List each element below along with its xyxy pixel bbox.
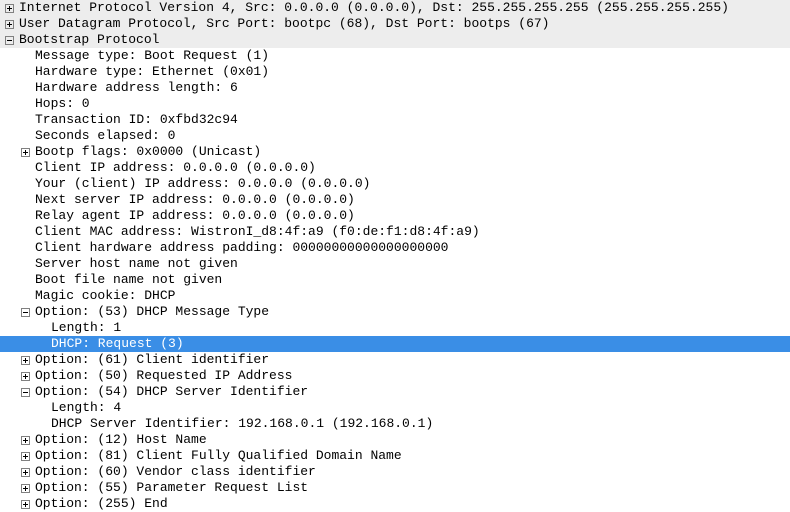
tree-row-label: Transaction ID: 0xfbd32c94 bbox=[35, 112, 238, 128]
tree-row-label: Boot file name not given bbox=[35, 272, 222, 288]
tree-row-opt60[interactable]: Option: (60) Vendor class identifier bbox=[0, 464, 790, 480]
tree-row-label: DHCP Server Identifier: 192.168.0.1 (192… bbox=[51, 416, 433, 432]
tree-row-siaddr[interactable]: Next server IP address: 0.0.0.0 (0.0.0.0… bbox=[0, 192, 790, 208]
tree-row-opt50[interactable]: Option: (50) Requested IP Address bbox=[0, 368, 790, 384]
tree-row-label: Bootp flags: 0x0000 (Unicast) bbox=[35, 144, 261, 160]
tree-row-label: Length: 4 bbox=[51, 400, 121, 416]
tree-row-label: Length: 1 bbox=[51, 320, 121, 336]
tree-row-chaddr[interactable]: Client MAC address: WistronI_d8:4f:a9 (f… bbox=[0, 224, 790, 240]
tree-row-label: Option: (61) Client identifier bbox=[35, 352, 269, 368]
tree-row-opt81[interactable]: Option: (81) Client Fully Qualified Doma… bbox=[0, 448, 790, 464]
tree-row-opt61[interactable]: Option: (61) Client identifier bbox=[0, 352, 790, 368]
tree-row-flags[interactable]: Bootp flags: 0x0000 (Unicast) bbox=[0, 144, 790, 160]
tree-row-label: Option: (55) Parameter Request List bbox=[35, 480, 308, 496]
tree-row-hwtype[interactable]: Hardware type: Ethernet (0x01) bbox=[0, 64, 790, 80]
tree-row-secs[interactable]: Seconds elapsed: 0 bbox=[0, 128, 790, 144]
expand-icon[interactable] bbox=[20, 355, 31, 366]
tree-row-label: Client MAC address: WistronI_d8:4f:a9 (f… bbox=[35, 224, 480, 240]
expand-icon[interactable] bbox=[20, 451, 31, 462]
expand-icon[interactable] bbox=[20, 499, 31, 510]
tree-row-giaddr[interactable]: Relay agent IP address: 0.0.0.0 (0.0.0.0… bbox=[0, 208, 790, 224]
tree-row-label: Option: (81) Client Fully Qualified Doma… bbox=[35, 448, 402, 464]
expand-icon[interactable] bbox=[20, 435, 31, 446]
tree-row-hops[interactable]: Hops: 0 bbox=[0, 96, 790, 112]
tree-row-opt53len[interactable]: Length: 1 bbox=[0, 320, 790, 336]
tree-row-yiaddr[interactable]: Your (client) IP address: 0.0.0.0 (0.0.0… bbox=[0, 176, 790, 192]
tree-row-label: Server host name not given bbox=[35, 256, 238, 272]
tree-row-label: Option: (50) Requested IP Address bbox=[35, 368, 292, 384]
packet-details-tree[interactable]: Internet Protocol Version 4, Src: 0.0.0.… bbox=[0, 0, 790, 512]
tree-row-label: Message type: Boot Request (1) bbox=[35, 48, 269, 64]
tree-row-ipv4[interactable]: Internet Protocol Version 4, Src: 0.0.0.… bbox=[0, 0, 790, 16]
tree-row-label: Next server IP address: 0.0.0.0 (0.0.0.0… bbox=[35, 192, 355, 208]
tree-row-ciaddr[interactable]: Client IP address: 0.0.0.0 (0.0.0.0) bbox=[0, 160, 790, 176]
tree-row-opt54val[interactable]: DHCP Server Identifier: 192.168.0.1 (192… bbox=[0, 416, 790, 432]
tree-row-udp[interactable]: User Datagram Protocol, Src Port: bootpc… bbox=[0, 16, 790, 32]
collapse-icon[interactable] bbox=[20, 387, 31, 398]
tree-row-label: Your (client) IP address: 0.0.0.0 (0.0.0… bbox=[35, 176, 370, 192]
expand-icon[interactable] bbox=[20, 147, 31, 158]
collapse-icon[interactable] bbox=[20, 307, 31, 318]
expand-icon[interactable] bbox=[4, 3, 15, 14]
tree-row-label: Option: (54) DHCP Server Identifier bbox=[35, 384, 308, 400]
tree-row-label: Option: (53) DHCP Message Type bbox=[35, 304, 269, 320]
tree-row-file[interactable]: Boot file name not given bbox=[0, 272, 790, 288]
tree-row-sname[interactable]: Server host name not given bbox=[0, 256, 790, 272]
tree-row-opt53[interactable]: Option: (53) DHCP Message Type bbox=[0, 304, 790, 320]
tree-row-opt12[interactable]: Option: (12) Host Name bbox=[0, 432, 790, 448]
tree-row-label: Option: (12) Host Name bbox=[35, 432, 207, 448]
collapse-icon[interactable] bbox=[4, 35, 15, 46]
tree-row-label: Hardware type: Ethernet (0x01) bbox=[35, 64, 269, 80]
expand-icon[interactable] bbox=[20, 371, 31, 382]
expand-icon[interactable] bbox=[4, 19, 15, 30]
tree-row-label: Hops: 0 bbox=[35, 96, 90, 112]
expand-icon[interactable] bbox=[20, 467, 31, 478]
tree-row-bootp[interactable]: Bootstrap Protocol bbox=[0, 32, 790, 48]
tree-row-label: Bootstrap Protocol bbox=[19, 32, 159, 48]
tree-row-opt54[interactable]: Option: (54) DHCP Server Identifier bbox=[0, 384, 790, 400]
tree-row-label: Client IP address: 0.0.0.0 (0.0.0.0) bbox=[35, 160, 316, 176]
tree-row-xid[interactable]: Transaction ID: 0xfbd32c94 bbox=[0, 112, 790, 128]
tree-row-label: Internet Protocol Version 4, Src: 0.0.0.… bbox=[19, 0, 729, 16]
tree-row-label: Client hardware address padding: 0000000… bbox=[35, 240, 448, 256]
tree-row-label: Hardware address length: 6 bbox=[35, 80, 238, 96]
tree-row-magic[interactable]: Magic cookie: DHCP bbox=[0, 288, 790, 304]
tree-row-opt55[interactable]: Option: (55) Parameter Request List bbox=[0, 480, 790, 496]
tree-row-opt54len[interactable]: Length: 4 bbox=[0, 400, 790, 416]
tree-row-label: Option: (60) Vendor class identifier bbox=[35, 464, 316, 480]
tree-row-label: Relay agent IP address: 0.0.0.0 (0.0.0.0… bbox=[35, 208, 355, 224]
tree-row-label: Magic cookie: DHCP bbox=[35, 288, 175, 304]
tree-row-msgtype[interactable]: Message type: Boot Request (1) bbox=[0, 48, 790, 64]
tree-row-label: Seconds elapsed: 0 bbox=[35, 128, 175, 144]
tree-row-label: User Datagram Protocol, Src Port: bootpc… bbox=[19, 16, 550, 32]
tree-row-opt53val[interactable]: DHCP: Request (3) bbox=[0, 336, 790, 352]
tree-row-label: DHCP: Request (3) bbox=[51, 336, 184, 352]
tree-row-chpad[interactable]: Client hardware address padding: 0000000… bbox=[0, 240, 790, 256]
tree-row-label: Option: (255) End bbox=[35, 496, 168, 512]
tree-row-hwlen[interactable]: Hardware address length: 6 bbox=[0, 80, 790, 96]
expand-icon[interactable] bbox=[20, 483, 31, 494]
tree-row-opt255[interactable]: Option: (255) End bbox=[0, 496, 790, 512]
